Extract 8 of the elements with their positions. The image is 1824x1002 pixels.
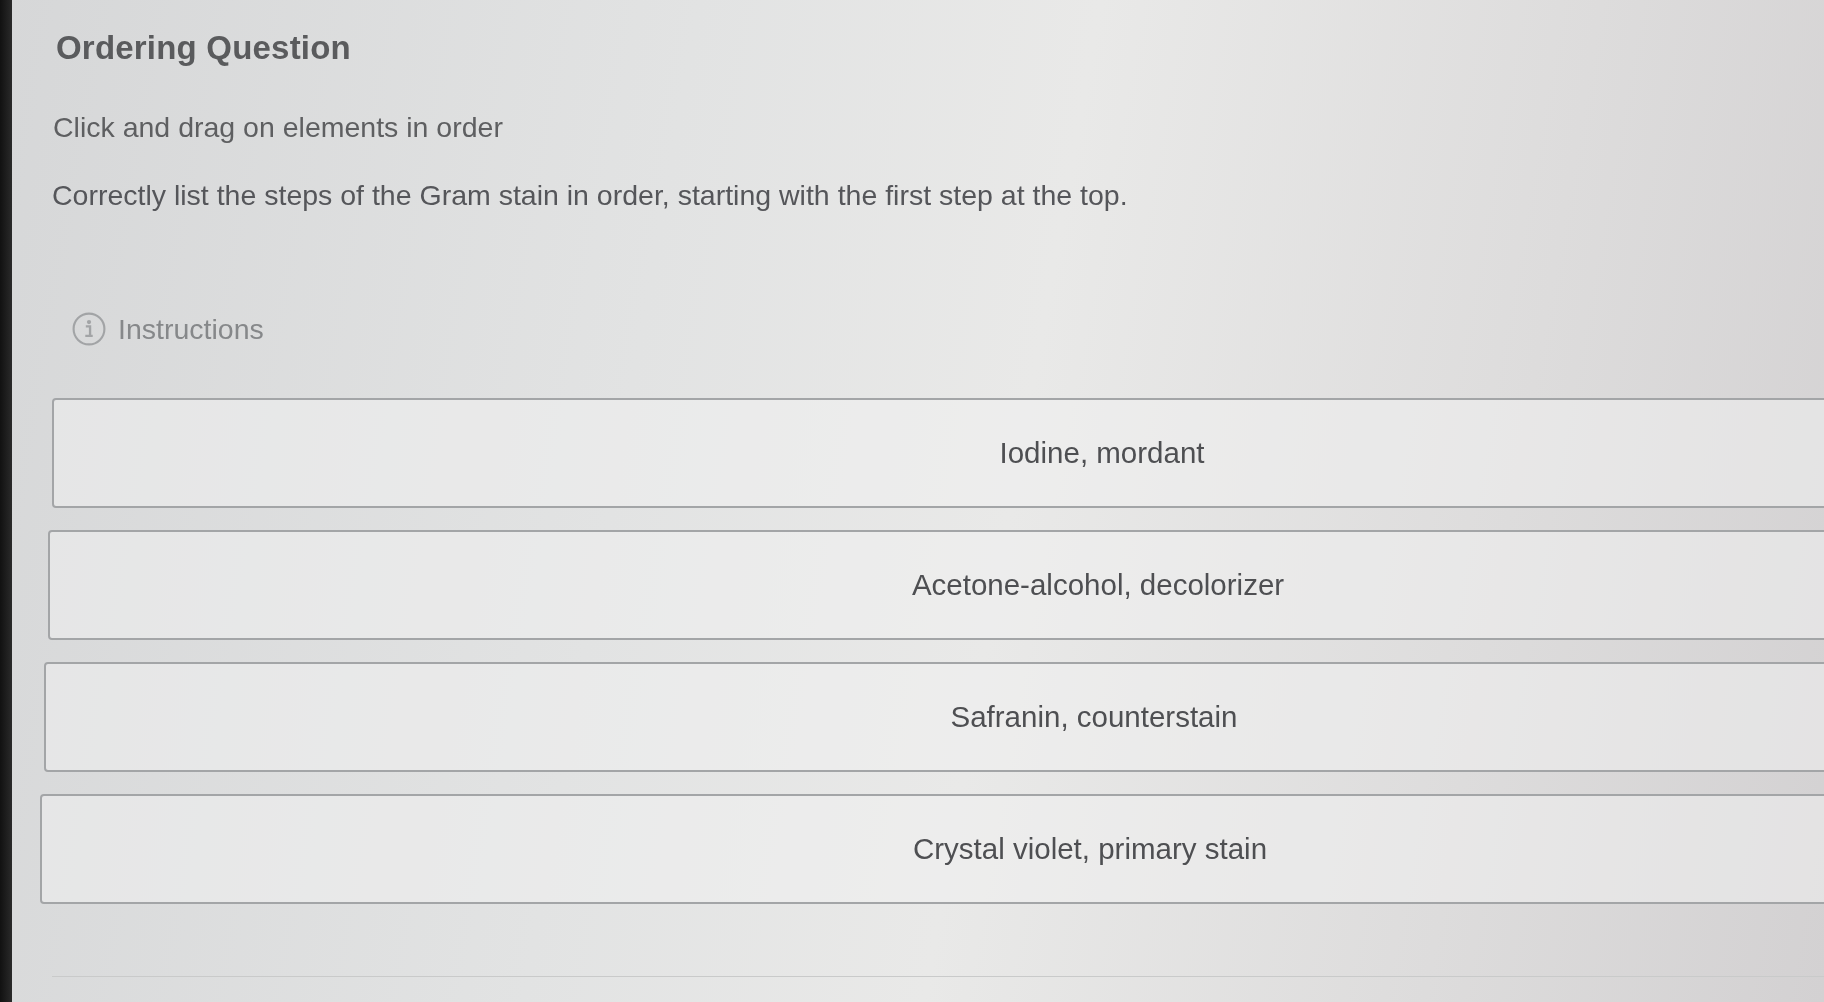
question-text: Correctly list the steps of the Gram stain in order, starting with the first step at the top. bbox=[52, 178, 1128, 212]
draggable-answer-card[interactable]: Acetone-alcohol, decolorizer bbox=[48, 530, 1824, 640]
draggable-answer-card[interactable]: Iodine, mordant bbox=[52, 398, 1824, 508]
draggable-answer-card[interactable]: Crystal violet, primary stain bbox=[40, 794, 1824, 904]
info-icon[interactable] bbox=[72, 312, 106, 346]
question-type-title: Ordering Question bbox=[56, 28, 351, 68]
draggable-answer-card[interactable]: Safranin, counterstain bbox=[44, 662, 1824, 772]
drag-hint-text: Click and drag on elements in order bbox=[53, 110, 503, 144]
